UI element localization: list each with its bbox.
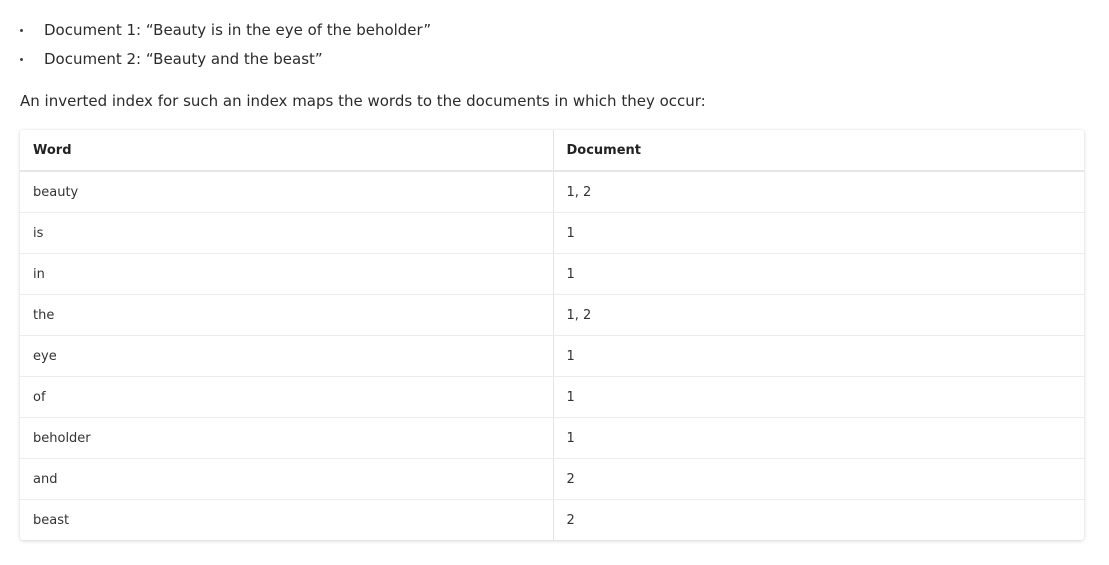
table-row: of 1 (20, 376, 1084, 418)
table-row: eye 1 (20, 335, 1084, 377)
table-row: in 1 (20, 253, 1084, 295)
word-cell: eye (20, 335, 554, 377)
document-cell: 1 (553, 253, 1084, 295)
word-cell: in (20, 253, 554, 295)
document-cell: 1 (553, 212, 1084, 254)
table-row: beast 2 (20, 499, 1084, 540)
document-cell: 2 (566, 512, 575, 528)
column-header-word: Word (20, 130, 554, 172)
document-cell: 1 (553, 335, 1084, 377)
table-row: is 1 (20, 212, 1084, 254)
word-cell: and (20, 458, 554, 500)
document-cell: 2 (553, 458, 1084, 500)
intro-paragraph: An inverted index for such an index maps… (20, 92, 706, 110)
column-header-document: Document (553, 130, 1084, 172)
inverted-index-table: Word Document beauty 1, 2 is 1 in 1 the … (20, 130, 1084, 540)
table-row: and 2 (20, 458, 1084, 500)
table-row: beauty 1, 2 (20, 171, 1084, 213)
list-item-text: Document 1: “Beauty is in the eye of the… (44, 21, 432, 39)
list-item: Document 1: “Beauty is in the eye of the… (20, 18, 431, 47)
word-cell: of (20, 376, 554, 418)
list-item-text: Document 2: “Beauty and the beast” (44, 50, 323, 68)
table-row: the 1, 2 (20, 294, 1084, 336)
word-cell: is (20, 212, 554, 254)
document-list: Document 1: “Beauty is in the eye of the… (20, 18, 431, 76)
word-cell: beauty (20, 171, 554, 213)
list-item: Document 2: “Beauty and the beast” (20, 47, 431, 76)
table-row: beholder 1 (20, 417, 1084, 459)
document-cell: 1 (553, 417, 1084, 459)
document-page: Document 1: “Beauty is in the eye of the… (0, 0, 1109, 565)
word-cell: beast (20, 499, 554, 540)
word-cell: beholder (20, 417, 554, 459)
document-cell: 1, 2 (553, 294, 1084, 336)
bullet-icon (20, 58, 23, 61)
document-cell: 1 (553, 376, 1084, 418)
table-header-row: Word Document (20, 130, 1084, 172)
bullet-icon (20, 29, 23, 32)
inverted-index-table-card: Word Document beauty 1, 2 is 1 in 1 the … (20, 130, 1084, 540)
word-cell: the (20, 294, 554, 336)
document-cell: 1, 2 (553, 171, 1084, 213)
